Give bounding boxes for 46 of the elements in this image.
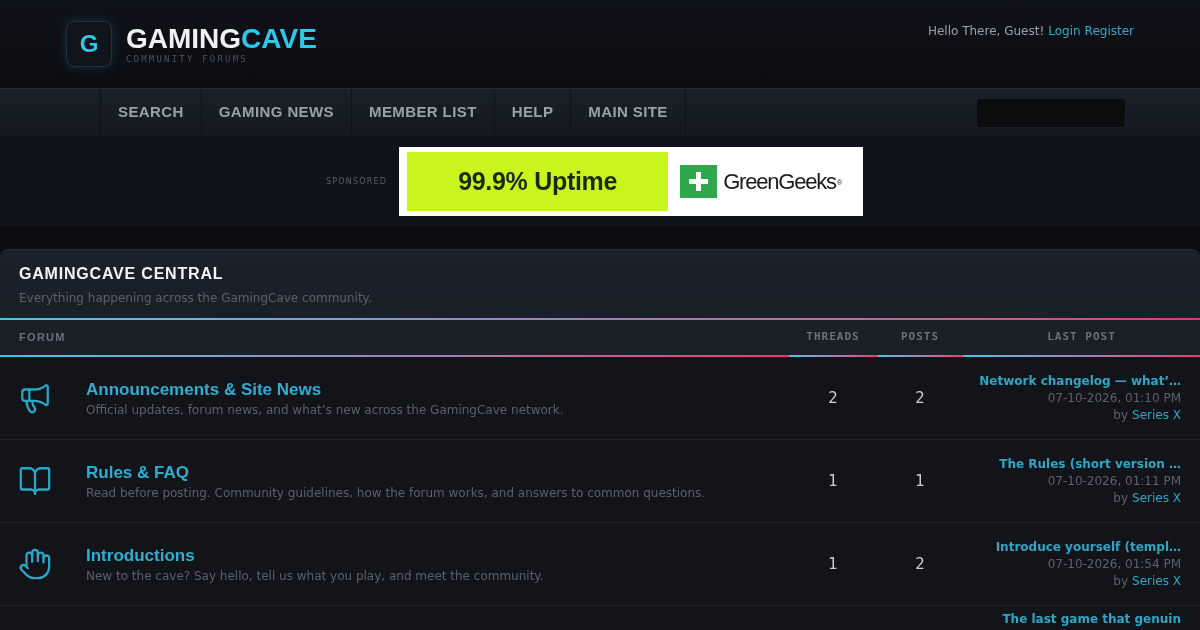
- thread-count: 2: [828, 387, 838, 409]
- author-link[interactable]: Series X: [1132, 491, 1181, 506]
- site-title[interactable]: GAMINGCAVE: [126, 23, 317, 54]
- post-count: 2: [915, 553, 925, 575]
- last-post-date: 07-10-2026, 01:54 PM: [1047, 557, 1181, 572]
- sponsored-label: SPONSORED: [326, 176, 388, 187]
- last-post-date: 07-10-2026, 01:10 PM: [1047, 391, 1181, 406]
- site-tagline: COMMUNITY FORUMS: [126, 53, 248, 65]
- by-label: by: [1113, 408, 1129, 423]
- megaphone-icon: [18, 381, 52, 415]
- last-post-link[interactable]: The Rules (short version …: [999, 456, 1181, 472]
- last-post-link[interactable]: Introduce yourself (templ…: [995, 539, 1181, 555]
- thread-count: 1: [828, 470, 838, 492]
- forum-title[interactable]: Rules & FAQ: [86, 462, 189, 483]
- hand-icon: [18, 547, 52, 581]
- column-header: FORUM: [19, 330, 66, 346]
- search-field[interactable]: [976, 97, 1126, 128]
- last-post-link[interactable]: The last game that genuin: [1002, 611, 1181, 627]
- post-count: 1: [915, 470, 925, 492]
- last-post-link[interactable]: Network changelog — what’…: [979, 373, 1181, 389]
- category-title[interactable]: GAMINGCAVE CENTRAL: [19, 264, 224, 283]
- by-label: by: [1113, 491, 1129, 506]
- post-count: 2: [915, 387, 925, 409]
- header-link[interactable]: Register: [1084, 22, 1134, 40]
- greeting-text: Hello There, Guest!: [927, 23, 1045, 40]
- ad-headline: 99.9% Uptime: [407, 152, 669, 211]
- ad-brand: GreenGeeks$^{®}$: [723, 168, 843, 195]
- thread-count: 1: [828, 553, 838, 575]
- ad-banner[interactable]: 99.9% Uptime GreenGeeks$^{®}$: [399, 147, 864, 216]
- column-header: POSTS: [900, 329, 940, 346]
- forum-title[interactable]: Introductions: [86, 545, 195, 566]
- column-header: THREADS: [806, 329, 860, 346]
- author-link[interactable]: Series X: [1132, 574, 1181, 589]
- category-description: Everything happening across the GamingCave community.: [19, 291, 372, 305]
- by-label: by: [1113, 574, 1129, 589]
- plus-icon: [680, 165, 718, 198]
- header-link[interactable]: Login: [1048, 22, 1081, 40]
- open-book-icon: [18, 464, 52, 498]
- last-post-date: 07-10-2026, 01:11 PM: [1047, 474, 1181, 489]
- author-link[interactable]: Series X: [1132, 408, 1181, 423]
- forum-description: New to the cave? Say hello, tell us what you play, and meet the community.: [86, 568, 544, 583]
- forum-title[interactable]: Announcements & Site News: [86, 379, 322, 400]
- column-header: LAST POST: [1047, 329, 1116, 346]
- logo-mark[interactable]: G: [66, 21, 112, 67]
- forum-description: Read before posting. Community guidelines, how the forum works, and answers to common questions.: [86, 485, 706, 500]
- forum-description: Official updates, forum news, and what’s new across the GamingCave network.: [86, 402, 564, 417]
